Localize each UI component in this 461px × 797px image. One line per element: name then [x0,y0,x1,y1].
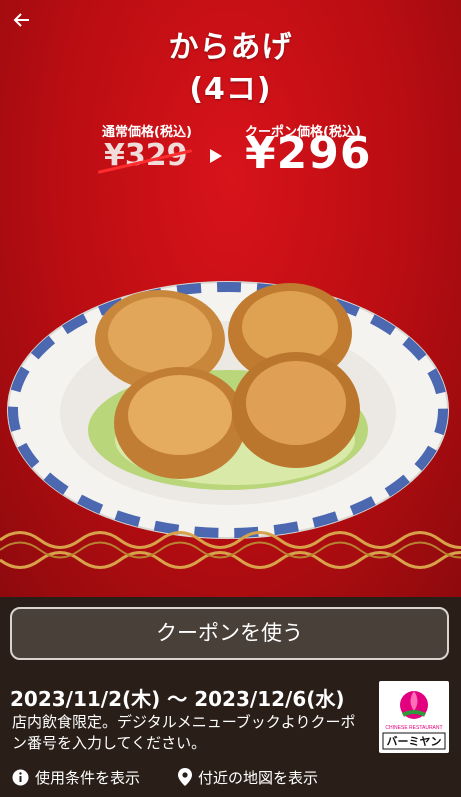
decorative-knot-pattern [0,531,461,569]
location-pin-icon [178,768,192,790]
terms-link[interactable]: 使用条件を表示 [12,767,140,790]
use-coupon-button[interactable]: クーポンを使う [10,607,449,660]
bamiyan-logo: CHINESE RESTAURANT バーミヤン [379,681,449,753]
validity-dates: 2023/11/2(木) 〜 2023/12/6(水) [10,687,345,711]
logo-text: バーミヤン [387,735,442,748]
karaage-dish-image [7,281,449,539]
map-link[interactable]: 付近の地図を表示 [178,767,318,790]
hero-banner: からあげ (4コ) 通常価格(税込) ¥329 クーポン価格(税込) ¥296 [0,0,461,597]
logo-small-text: CHINESE RESTAURANT [385,725,442,731]
terms-link-label: 使用条件を表示 [35,769,141,787]
map-link-label: 付近の地図を表示 [198,769,319,787]
coupon-price: ¥296 [245,128,372,179]
product-title-line1: からあげ [168,30,293,65]
price-arrow-icon [210,149,222,163]
product-title-line2: (4コ) [189,72,272,107]
coupon-description: 店内飲食限定。デジタルメニューブックよりクーポン番号を入力してください。 [12,713,356,752]
info-icon [12,769,29,790]
